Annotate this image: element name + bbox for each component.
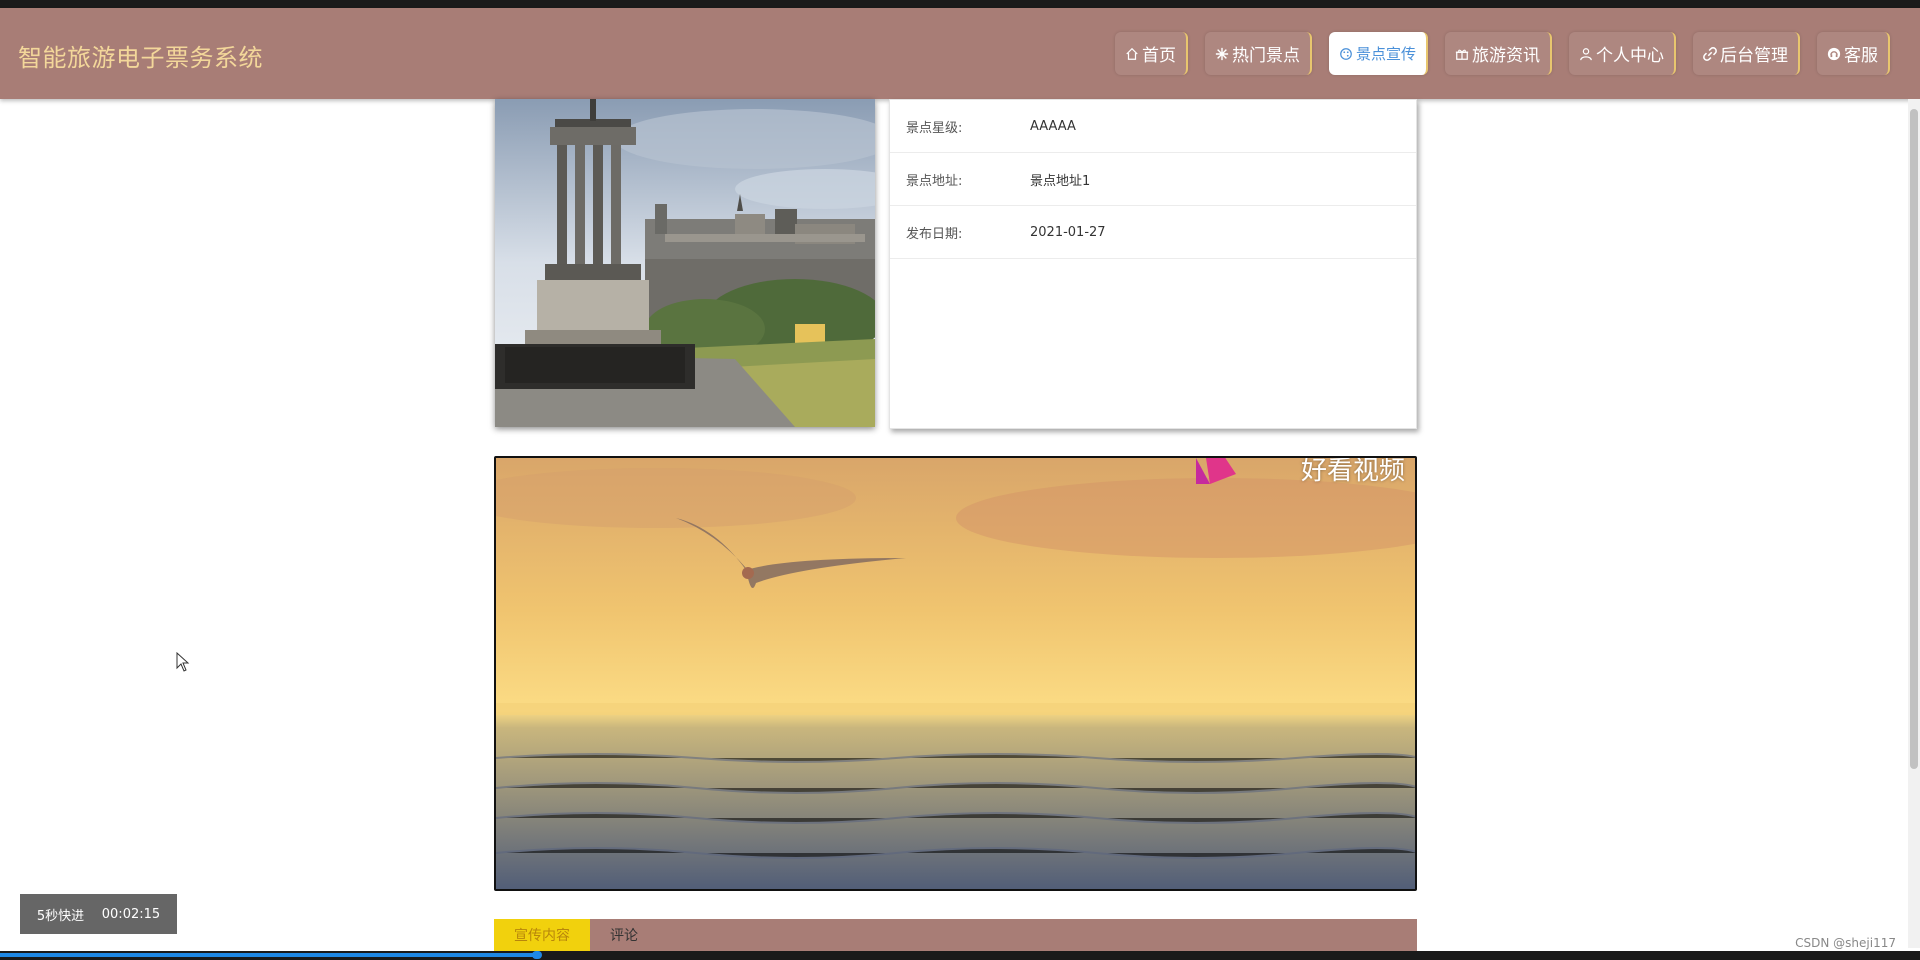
home-icon [1126, 47, 1138, 60]
nav-label: 首页 [1141, 46, 1176, 66]
info-row-address: 景点地址: 景点地址1 [890, 153, 1416, 206]
attraction-info-card: 景点星级: AAAAA 景点地址: 景点地址1 发布日期: 2021-01-27 [889, 99, 1417, 429]
info-label: 景点星级: [906, 120, 963, 136]
video-frame-image [496, 458, 1415, 889]
content-tabs: 宣传内容 评论 [494, 919, 1417, 951]
video-watermark-top: 好看视频 [1300, 456, 1405, 486]
progress-fill [0, 953, 538, 957]
tab-comments[interactable]: 评论 [590, 919, 658, 951]
attraction-photo [495, 99, 875, 427]
info-label: 景点地址: [906, 173, 963, 189]
nav-label: 后台管理 [1720, 46, 1788, 66]
info-value: 景点地址1 [1030, 173, 1091, 189]
main-nav: 首页 热门景点 景点宣传 旅游资讯 个人中心 后台管理 客服 [1114, 32, 1890, 75]
nav-item-home[interactable]: 首页 [1114, 32, 1188, 75]
playback-progress-bar[interactable] [0, 951, 1920, 960]
palette-icon [1340, 47, 1352, 60]
csdn-watermark: CSDN @sheji117 [1795, 936, 1896, 950]
info-value: AAAAA [1030, 118, 1076, 134]
nav-item-admin[interactable]: 后台管理 [1693, 32, 1800, 75]
promo-video-player[interactable]: 好看视频 [494, 456, 1417, 891]
info-row-star-level: 景点星级: AAAAA [890, 100, 1416, 153]
headset-icon [1827, 47, 1841, 60]
site-header: 智能旅游电子票务系统 首页 热门景点 景点宣传 旅游资讯 个人中心 后台管理 客… [0, 8, 1920, 99]
site-logo-title: 智能旅游电子票务系统 [18, 44, 263, 72]
nav-item-customer-service[interactable]: 客服 [1817, 32, 1890, 75]
nav-label: 个人中心 [1596, 46, 1664, 66]
nav-item-personal-center[interactable]: 个人中心 [1569, 32, 1676, 75]
info-label: 发布日期: [906, 226, 963, 242]
playback-time: 00:02:15 [101, 906, 161, 922]
page-scrollbar[interactable] [1908, 99, 1920, 948]
tab-promo-content[interactable]: 宣传内容 [494, 919, 590, 951]
snowflake-icon [1215, 47, 1229, 60]
monument-photo-image [495, 99, 875, 427]
mouse-cursor-icon [176, 652, 190, 672]
speed-label: 5秒快进 [36, 908, 85, 924]
nav-label: 客服 [1844, 46, 1878, 66]
info-value: 2021-01-27 [1030, 224, 1106, 240]
nav-item-attraction-promo[interactable]: 景点宣传 [1328, 32, 1428, 75]
nav-item-hot-attractions[interactable]: 热门景点 [1204, 32, 1312, 75]
scrollbar-thumb[interactable] [1910, 109, 1918, 769]
nav-label: 热门景点 [1231, 46, 1300, 66]
nav-label: 景点宣传 [1355, 45, 1416, 63]
gift-icon [1455, 49, 1469, 60]
progress-handle[interactable] [532, 951, 542, 959]
user-icon [1580, 47, 1592, 60]
info-row-publish-date: 发布日期: 2021-01-27 [890, 206, 1416, 259]
link-icon [1703, 46, 1717, 61]
nav-label: 旅游资讯 [1472, 46, 1540, 66]
window-top-strip [0, 0, 1920, 8]
fast-forward-overlay: 5秒快进 00:02:15 [20, 894, 177, 934]
nav-item-travel-news[interactable]: 旅游资讯 [1445, 32, 1552, 75]
